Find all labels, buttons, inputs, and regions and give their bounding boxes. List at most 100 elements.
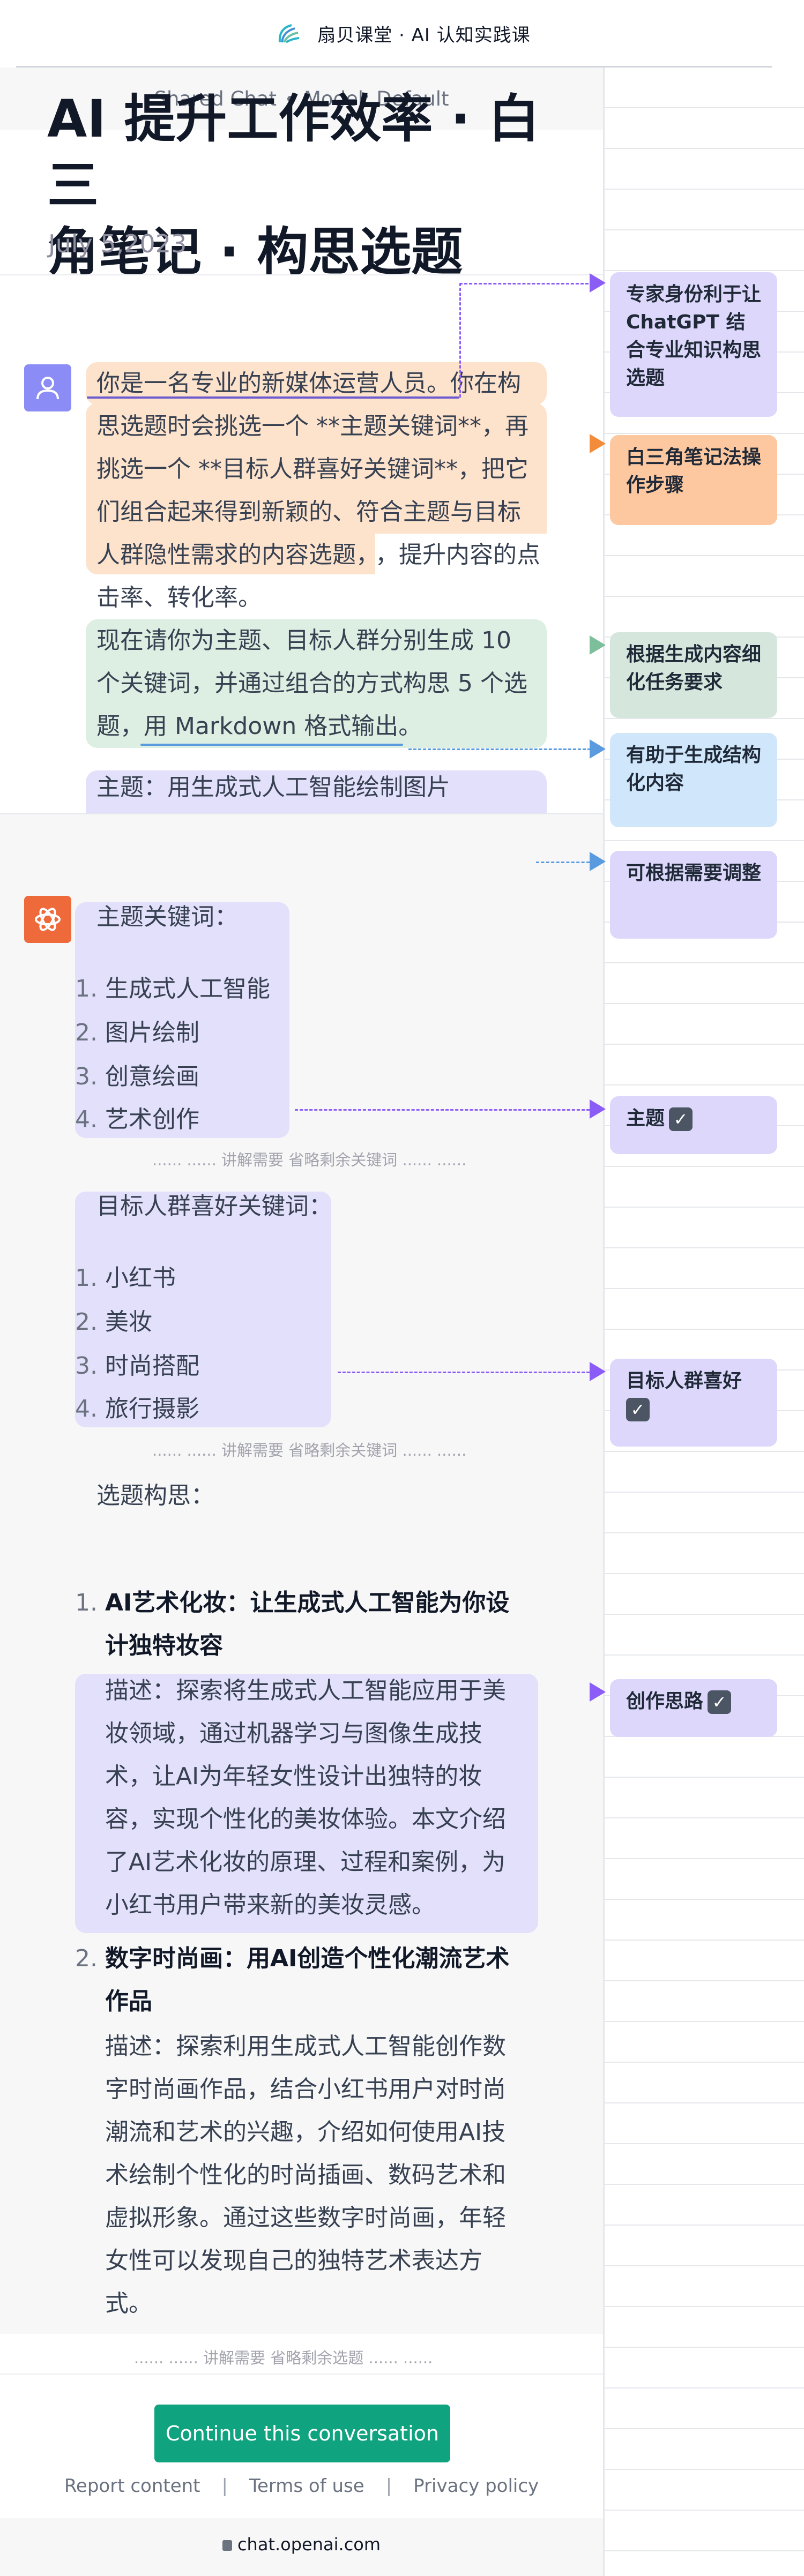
report-content-link[interactable]: Report content: [64, 2475, 200, 2497]
p1-line5-b-visible: ，提升内容的点: [375, 541, 540, 568]
privacy-policy-link[interactable]: Privacy policy: [413, 2475, 539, 2497]
idea-1-desc-line: 容，实现个性化的美妆体验。本文介绍: [105, 1806, 506, 1833]
p3-line1: 主题：用生成式人工智能绘制图片: [96, 774, 450, 801]
callout-method-steps: 白三角笔记法操作步骤: [610, 435, 777, 525]
audience-item-3: 时尚搭配: [105, 1352, 199, 1380]
audience-num-4: 4.: [75, 1395, 98, 1422]
chat-date: July 5,2023: [48, 229, 187, 258]
topic-heading: 主题关键词：: [96, 903, 238, 931]
p1-line2: 思选题时会挑选一个 **主题关键词**，再: [96, 413, 528, 440]
arrow-icon: [590, 1099, 606, 1119]
connector-line: [338, 1372, 590, 1373]
idea-2-desc: 描述：探索利用生成式人工智能创作数 字时尚画作品，结合小红书用户对时尚 潮流和艺…: [105, 2025, 550, 2325]
idea-1-desc-line: 描述：探索将生成式人工智能应用于美: [105, 1677, 506, 1704]
ideas-heading: 选题构思：: [96, 1482, 214, 1509]
idea-2-title: 数字时尚画：用AI创造个性化潮流艺术 作品: [105, 1937, 550, 2023]
brand-header: 扇贝课堂 · AI 认知实践课: [0, 0, 804, 67]
callout-topic: 主题 ✓: [610, 1096, 777, 1154]
p1-line3: 挑选一个 **目标人群喜好关键词**，把它: [96, 455, 528, 483]
footer-links: Report content | Terms of use | Privacy …: [0, 2475, 603, 2497]
arrow-icon: [590, 635, 606, 655]
idea-2-desc-line: 描述：探索利用生成式人工智能创作数: [105, 2033, 506, 2060]
topic-item-1: 生成式人工智能: [105, 975, 270, 1002]
p2-line3-a: 题，: [96, 713, 144, 740]
callout-structured: 有助于生成结构化内容: [610, 733, 777, 827]
idea-1-desc-line: 术，让AI为年轻女性设计出独特的妆: [105, 1763, 482, 1790]
idea-1-title-line1: AI艺术化妆：让生成式人工智能为你设: [105, 1589, 510, 1616]
audience-item-2: 美妆: [105, 1308, 152, 1336]
idea-1-desc-line: 了AI艺术化妆的原理、过程和案例，为: [105, 1848, 506, 1876]
audience-heading: 目标人群喜好关键词：: [96, 1193, 332, 1220]
idea-2-desc-line: 式。: [105, 2290, 152, 2317]
p1-line5-a: 人群隐性需求的内容选题: [96, 541, 356, 568]
omit-note-2: ...... ...... 讲解需要 省略剩余关键词 ...... ......: [152, 1441, 467, 1459]
connector-line: [408, 748, 591, 750]
topic-num-2: 2.: [75, 1019, 98, 1046]
topic-num-3: 3.: [75, 1063, 98, 1090]
topic-item-3: 创意绘画: [105, 1063, 199, 1090]
user-icon: [36, 377, 59, 400]
idea-1-desc-line: 小红书用户带来新的美妆灵感。: [105, 1891, 435, 1919]
audience-num-2: 2.: [75, 1308, 98, 1336]
url-text: chat.openai.com: [237, 2534, 381, 2555]
continue-conversation-button[interactable]: Continue this conversation: [154, 2405, 450, 2462]
arrow-icon: [590, 434, 606, 453]
audience-num-3: 3.: [75, 1352, 98, 1380]
title-line-1: AI 提升工作效率 · 白三: [47, 89, 540, 215]
callout-expert-role: 专家身份利于让 ChatGPT 结合专业知识构思选题: [610, 272, 777, 417]
idea-2-desc-line: 字时尚画作品，结合小红书用户对时尚: [105, 2076, 506, 2103]
p1-line4: 们组合起来得到新颖的、符合主题与目标: [96, 498, 521, 526]
checkbox-checked-icon: ✓: [669, 1107, 693, 1131]
p1-line6: 击率、转化率。: [96, 584, 262, 611]
markdown-underline: [140, 744, 403, 746]
lock-icon: [222, 2540, 232, 2551]
omit-note-1: ...... ...... 讲解需要 省略剩余关键词 ...... ......: [152, 1151, 467, 1169]
topic-item-4: 艺术创作: [105, 1106, 199, 1133]
checkbox-checked-icon: ✓: [626, 1398, 650, 1421]
idea-2-title-line1: 数字时尚画：用AI创造个性化潮流艺术: [105, 1945, 510, 1972]
callout-refine-task: 根据生成内容细化任务要求: [610, 632, 777, 718]
audience-item-1: 小红书: [105, 1264, 176, 1292]
arrow-icon: [590, 739, 606, 759]
arrow-icon: [590, 273, 606, 293]
idea-1-title: AI艺术化妆：让生成式人工智能为你设 计独特妆容: [105, 1582, 550, 1667]
checkbox-checked-icon: ✓: [708, 1690, 732, 1714]
idea-num-2: 2.: [75, 1945, 98, 1972]
idea-1-desc: 描述：探索将生成式人工智能应用于美 妆领域，通过机器学习与图像生成技 术，让AI…: [105, 1669, 550, 1927]
footer-separator: |: [385, 2475, 392, 2497]
callout-topic-label: 主题: [626, 1107, 665, 1129]
callout-audience: 目标人群喜好 ✓: [610, 1359, 777, 1447]
url-display: chat.openai.com: [0, 2534, 603, 2555]
markdown-text: 用 Markdown 格式输出。: [144, 713, 422, 740]
audience-item-4: 旅行摄影: [105, 1395, 199, 1422]
p2-line1: 现在请你为主题、目标人群分别生成 10: [96, 627, 511, 654]
p2-line2: 个关键词，并通过组合的方式构思 5 个选: [96, 670, 527, 697]
footer-separator: |: [221, 2475, 228, 2497]
callout-audience-label: 目标人群喜好: [626, 1370, 742, 1392]
brand-title: 扇贝课堂 · AI 认知实践课: [317, 25, 531, 46]
topic-num-4: 4.: [75, 1106, 98, 1133]
idea-2-desc-line: 术绘制个性化的时尚插画、数码艺术和: [105, 2161, 506, 2189]
idea-2-desc-line: 潮流和艺术的兴趣，介绍如何使用AI技: [105, 2118, 506, 2146]
user-paragraph-1: 你是一名专业的新媒体运营人员。你在构 思选题时会挑选一个 **主题关键词**，再…: [96, 362, 557, 619]
connector-line: [536, 862, 590, 863]
connector-line: [459, 283, 593, 284]
callout-idea-label: 创作思路: [626, 1690, 704, 1712]
shell-logo-icon: [273, 17, 306, 50]
chatgpt-avatar: [24, 896, 71, 943]
idea-2-desc-line: 女性可以发现自己的独特艺术表达方: [105, 2247, 482, 2274]
connector-line: [295, 1109, 590, 1111]
arrow-icon: [590, 1682, 606, 1702]
idea-2-title-line2: 作品: [105, 1988, 152, 2015]
user-paragraph-2: 现在请你为主题、目标人群分别生成 10 个关键词，并通过组合的方式构思 5 个选…: [96, 619, 557, 748]
connector-line: [459, 283, 461, 398]
arrow-icon: [590, 852, 606, 871]
terms-of-use-link[interactable]: Terms of use: [249, 2475, 364, 2497]
topic-item-2: 图片绘制: [105, 1019, 199, 1046]
openai-logo-icon: [35, 908, 61, 931]
idea-1-title-line2: 计独特妆容: [105, 1632, 223, 1659]
omit-note-3: ...... ...... 讲解需要 省略剩余选题 ...... ......: [134, 2349, 433, 2367]
idea-1-desc-line: 妆领域，通过机器学习与图像生成技: [105, 1720, 482, 1747]
callout-idea: 创作思路 ✓: [610, 1679, 777, 1737]
callout-adjustable: 可根据需要调整: [610, 851, 777, 939]
